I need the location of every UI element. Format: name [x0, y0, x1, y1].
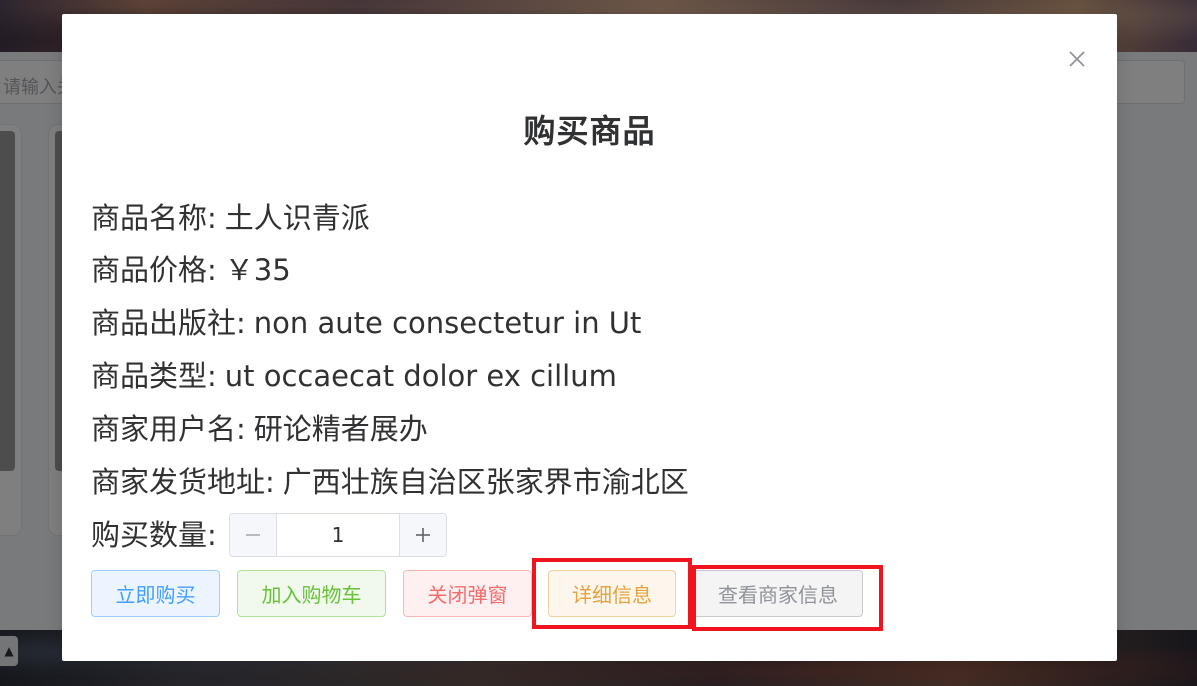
close-dialog-button[interactable]: 关闭弹窗 — [403, 570, 532, 617]
field-label: 商品名称: — [91, 201, 217, 235]
details-button[interactable]: 详细信息 — [548, 570, 676, 617]
minus-icon[interactable] — [230, 514, 277, 556]
purchase-dialog: 购买商品 商品名称: 土人识青派 商品价格: ￥35 商品出版社: non aute … — [62, 14, 1117, 661]
product-type-row: 商品类型: ut occaecat dolor ex cillum — [91, 358, 617, 394]
field-label: 商家用户名: — [91, 412, 246, 446]
product-price-row: 商品价格: ￥35 — [91, 252, 291, 288]
field-label: 商家发货地址: — [91, 465, 275, 499]
plus-icon[interactable] — [399, 514, 446, 556]
field-value: 研论精者展办 — [253, 412, 428, 446]
field-value: ut occaecat dolor ex cillum — [224, 359, 617, 393]
quantity-input[interactable] — [277, 514, 399, 556]
quantity-stepper — [229, 513, 447, 557]
field-value: ￥35 — [224, 253, 291, 287]
view-merchant-button[interactable]: 查看商家信息 — [693, 570, 863, 617]
field-value: 土人识青派 — [224, 201, 370, 235]
close-icon[interactable] — [1066, 48, 1088, 70]
merchant-username-row: 商家用户名: 研论精者展办 — [91, 411, 428, 447]
add-to-cart-button[interactable]: 加入购物车 — [237, 570, 386, 617]
field-label: 商品出版社: — [91, 306, 246, 340]
dialog-title: 购买商品 — [523, 112, 656, 150]
field-label: 商品价格: — [91, 253, 217, 287]
field-label: 商品类型: — [91, 359, 217, 393]
buy-now-button[interactable]: 立即购买 — [91, 570, 220, 617]
field-value: 广西壮族自治区张家界市渝北区 — [282, 465, 689, 499]
merchant-address-row: 商家发货地址: 广西壮族自治区张家界市渝北区 — [91, 464, 689, 500]
product-publisher-row: 商品出版社: non aute consectetur in Ut — [91, 305, 641, 341]
field-value: non aute consectetur in Ut — [253, 306, 642, 340]
product-name-row: 商品名称: 土人识青派 — [91, 200, 370, 236]
quantity-label: 购买数量: — [91, 518, 217, 552]
